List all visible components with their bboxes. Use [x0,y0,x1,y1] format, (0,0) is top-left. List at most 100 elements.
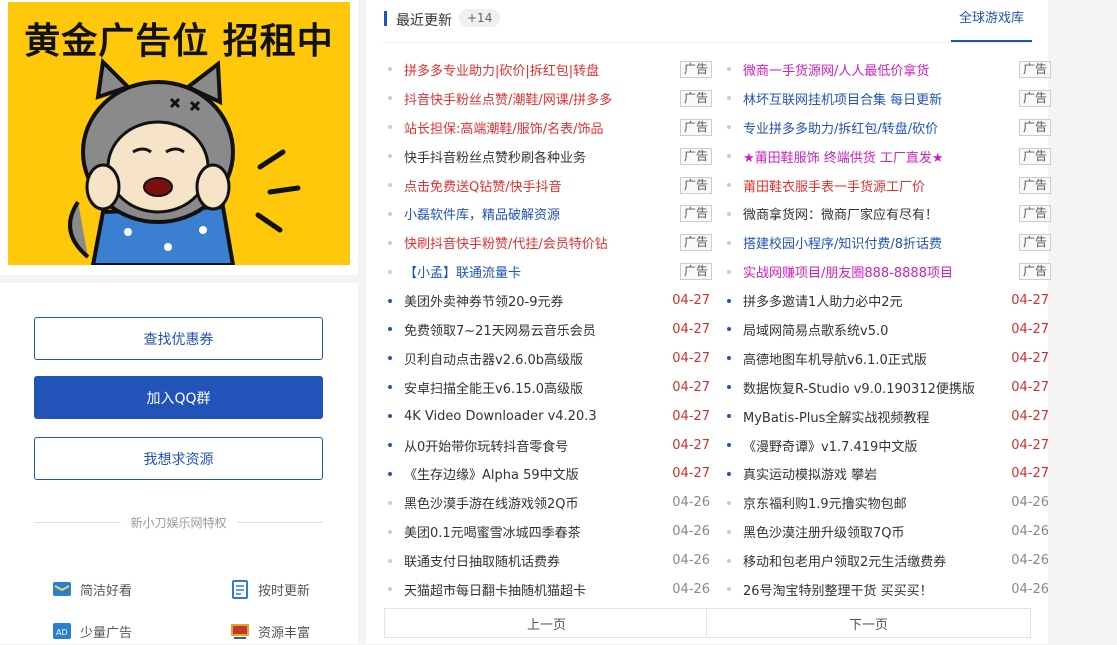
list-item[interactable]: 微商一手货源网/人人最低价拿货 广告 [723,55,1053,84]
list-item-title[interactable]: 《生存边缘》Alpha 59中文版 [404,464,672,483]
list-item-title[interactable]: 小磊软件库，精品破解资源 [404,204,680,223]
list-item-title[interactable]: ★莆田鞋服饰 终端供货 工厂直发★ [743,147,1019,166]
list-item[interactable]: 从0开始带你玩转抖音零食号 04-27 [384,431,714,460]
list-item[interactable]: 免费领取7~21天网易云音乐会员 04-27 [384,315,714,344]
list-item-title[interactable]: 移动和包老用户领取2元生活缴费券 [743,551,1011,570]
list-item[interactable]: 点击免费送Q钻赞/快手抖音 广告 [384,171,714,200]
list-item-title[interactable]: 《漫野奇谭》v1.7.419中文版 [743,436,1011,455]
list-item[interactable]: 4K Video Downloader v4.20.3 04-27 [384,402,714,431]
list-item-title[interactable]: 数据恢复R-Studio v9.0.190312便携版 [743,378,1011,397]
list-item[interactable]: 贝利自动点击器v2.6.0b高级版 04-27 [384,344,714,373]
list-item[interactable]: ★莆田鞋服饰 终端供货 工厂直发★ 广告 [723,142,1053,171]
prev-page-button[interactable]: 上一页 [384,608,709,638]
list-item-title[interactable]: MyBatis-Plus全解实战视频教程 [743,407,1011,426]
list-item-title[interactable]: 黑色沙漠注册升级领取7Q币 [743,522,1011,541]
list-item-title[interactable]: 【小孟】联通流量卡 [404,262,680,281]
list-item-date: 04-27 [1011,293,1049,309]
list-item[interactable]: 小磊软件库，精品破解资源 广告 [384,199,714,228]
list-item-title[interactable]: 抖音快手粉丝点赞/潮鞋/网课/拼多多 [404,89,680,108]
list-item[interactable]: 局域网简易点歌系统v5.0 04-27 [723,315,1053,344]
list-item-date: 04-27 [672,293,710,309]
list-item[interactable]: 黑色沙漠手游在线游戏领2Q币 04-26 [384,488,714,517]
list-item[interactable]: 拼多多邀请1人助力必中2元 04-27 [723,286,1053,315]
list-item-title[interactable]: 站长担保:高端潮鞋/服饰/名表/饰品 [404,118,680,137]
list-item-title[interactable]: 贝利自动点击器v2.6.0b高级版 [404,349,672,368]
ad-banner[interactable]: 黄金广告位 招租中 [0,0,358,275]
list-item-title[interactable]: 天猫超市每日翻卡抽随机猫超卡 [404,580,672,599]
list-item-title[interactable]: 京东福利购1.9元撸实物包邮 [743,493,1011,512]
list-item[interactable]: 【小孟】联通流量卡 广告 [384,257,714,286]
list-item-title[interactable]: 快手抖音粉丝点赞秒刷各种业务 [404,147,680,166]
bullet-dot [727,414,731,419]
list-item[interactable]: 抖音快手粉丝点赞/潮鞋/网课/拼多多 广告 [384,84,714,113]
list-item[interactable]: 林坏互联网挂机项目合集 每日更新 广告 [723,84,1053,113]
list-item[interactable]: 高德地图车机导航v6.1.0正式版 04-27 [723,344,1053,373]
bullet-dot [388,154,392,159]
bullet-dot [388,125,392,130]
list-item-title[interactable]: 林坏互联网挂机项目合集 每日更新 [743,89,1019,108]
list-item[interactable]: 天猫超市每日翻卡抽随机猫超卡 04-26 [384,575,714,604]
list-item[interactable]: MyBatis-Plus全解实战视频教程 04-27 [723,402,1053,431]
list-item[interactable]: 京东福利购1.9元撸实物包邮 04-26 [723,488,1053,517]
list-item-date: 04-27 [1011,466,1049,482]
list-item[interactable]: 搭建校园小程序/知识付费/8折话费 广告 [723,228,1053,257]
ad-tag: 广告 [679,147,712,165]
list-item-title[interactable]: 搭建校园小程序/知识付费/8折话费 [743,233,1019,252]
list-item[interactable]: 站长担保:高端潮鞋/服饰/名表/饰品 广告 [384,113,714,142]
bullet-dot [388,211,392,216]
ad-image[interactable]: 黄金广告位 招租中 [8,2,350,265]
list-item-title[interactable]: 联通支付日抽取随机话费券 [404,551,672,570]
list-item-title[interactable]: 拼多多邀请1人助力必中2元 [743,291,1011,310]
list-item[interactable]: 移动和包老用户领取2元生活缴费券 04-26 [723,546,1053,575]
list-item-title[interactable]: 真实运动模拟游戏 攀岩 [743,464,1011,483]
list-item[interactable]: 《漫野奇谭》v1.7.419中文版 04-27 [723,431,1053,460]
list-item[interactable]: 真实运动模拟游戏 攀岩 04-27 [723,459,1053,488]
list-item-title[interactable]: 微商一手货源网/人人最低价拿货 [743,60,1019,79]
join-qq-group-button[interactable]: 加入QQ群 [34,376,323,419]
list-item-title[interactable]: 黑色沙漠手游在线游戏领2Q币 [404,493,672,512]
list-item-title[interactable]: 实战网赚项目/朋友圈888-8888项目 [743,262,1019,281]
global-game-library-link[interactable]: 全球游戏库 [950,0,1032,42]
next-page-button[interactable]: 下一页 [706,608,1031,638]
list-item-title[interactable]: 点击免费送Q钻赞/快手抖音 [404,176,680,195]
list-item[interactable]: 微商拿货网：微商厂家应有尽有！ 广告 [723,199,1053,228]
list-item[interactable]: 26号淘宝特别整理干货 买买买！ 04-26 [723,575,1053,604]
list-item[interactable]: 拼多多专业助力|砍价|拆红包|转盘 广告 [384,55,714,84]
find-coupon-button[interactable]: 查找优惠券 [34,317,323,360]
list-item[interactable]: 《生存边缘》Alpha 59中文版 04-27 [384,459,714,488]
list-item-title[interactable]: 4K Video Downloader v4.20.3 [404,409,672,424]
list-item-title[interactable]: 26号淘宝特别整理干货 买买买！ [743,580,1011,599]
list-item[interactable]: 黑色沙漠注册升级领取7Q币 04-26 [723,517,1053,546]
list-item[interactable]: 数据恢复R-Studio v9.0.190312便携版 04-27 [723,373,1053,402]
list-item-title[interactable]: 从0开始带你玩转抖音零食号 [404,436,672,455]
request-resource-button[interactable]: 我想求资源 [34,437,323,480]
feature-clean: 简洁好看 [52,579,132,599]
bullet-dot [388,298,392,303]
list-item-title[interactable]: 美团外卖神券节领20-9元券 [404,291,672,310]
list-item[interactable]: 安卓扫描全能王v6.15.0高级版 04-27 [384,373,714,402]
list-item-title[interactable]: 莆田鞋衣服手表一手货源工厂价 [743,176,1019,195]
list-item[interactable]: 快刷抖音快手粉赞/代挂/会员特价钻 广告 [384,228,714,257]
feature-less-ads: AD 少量广告 [52,621,132,641]
list-item-title[interactable]: 高德地图车机导航v6.1.0正式版 [743,349,1011,368]
list-item-title[interactable]: 局域网简易点歌系统v5.0 [743,320,1011,339]
list-item[interactable]: 专业拼多多助力/拆红包/转盘/砍价 广告 [723,113,1053,142]
list-item-title[interactable]: 安卓扫描全能王v6.15.0高级版 [404,378,672,397]
list-item[interactable]: 美团外卖神券节领20-9元券 04-27 [384,286,714,315]
list-item-title[interactable]: 专业拼多多助力/拆红包/转盘/砍价 [743,118,1019,137]
bullet-dot [727,327,731,332]
list-item[interactable]: 美团0.1元喝蜜雪冰城四季春茶 04-26 [384,517,714,546]
list-item[interactable]: 实战网赚项目/朋友圈888-8888项目 广告 [723,257,1053,286]
list-item-title[interactable]: 美团0.1元喝蜜雪冰城四季春茶 [404,522,672,541]
bullet-dot [727,558,731,563]
ad-tag: 广告 [679,176,712,194]
list-item[interactable]: 快手抖音粉丝点赞秒刷各种业务 广告 [384,142,714,171]
list-item[interactable]: 联通支付日抽取随机话费券 04-26 [384,546,714,575]
list-item-title[interactable]: 免费领取7~21天网易云音乐会员 [404,320,672,339]
list-item-date: 04-27 [672,379,710,395]
list-item-title[interactable]: 微商拿货网：微商厂家应有尽有！ [743,204,1019,223]
feature-rich-resources: 资源丰富 [230,621,310,641]
list-item[interactable]: 莆田鞋衣服手表一手货源工厂价 广告 [723,171,1053,200]
list-item-title[interactable]: 拼多多专业助力|砍价|拆红包|转盘 [404,60,680,79]
list-item-title[interactable]: 快刷抖音快手粉赞/代挂/会员特价钻 [404,233,680,252]
